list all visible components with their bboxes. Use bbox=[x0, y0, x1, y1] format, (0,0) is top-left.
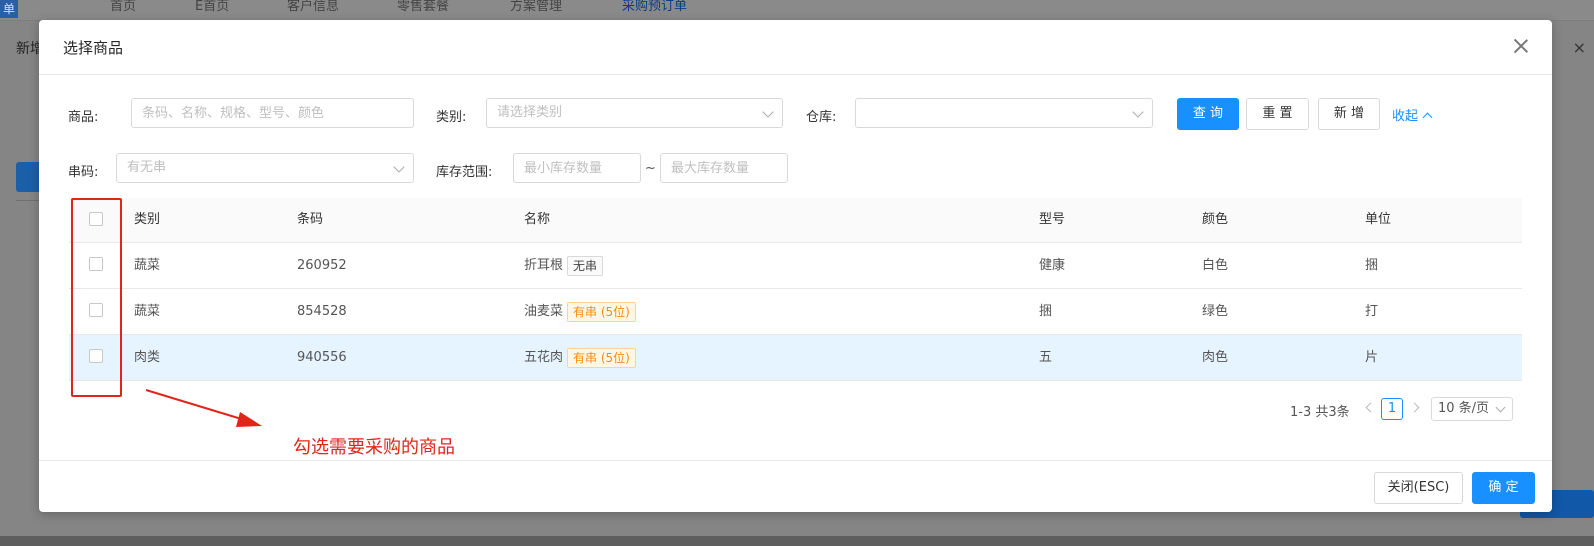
annotation-arrow-icon bbox=[145, 389, 262, 427]
annotation-text: 勾选需要采购的商品 bbox=[293, 437, 455, 458]
